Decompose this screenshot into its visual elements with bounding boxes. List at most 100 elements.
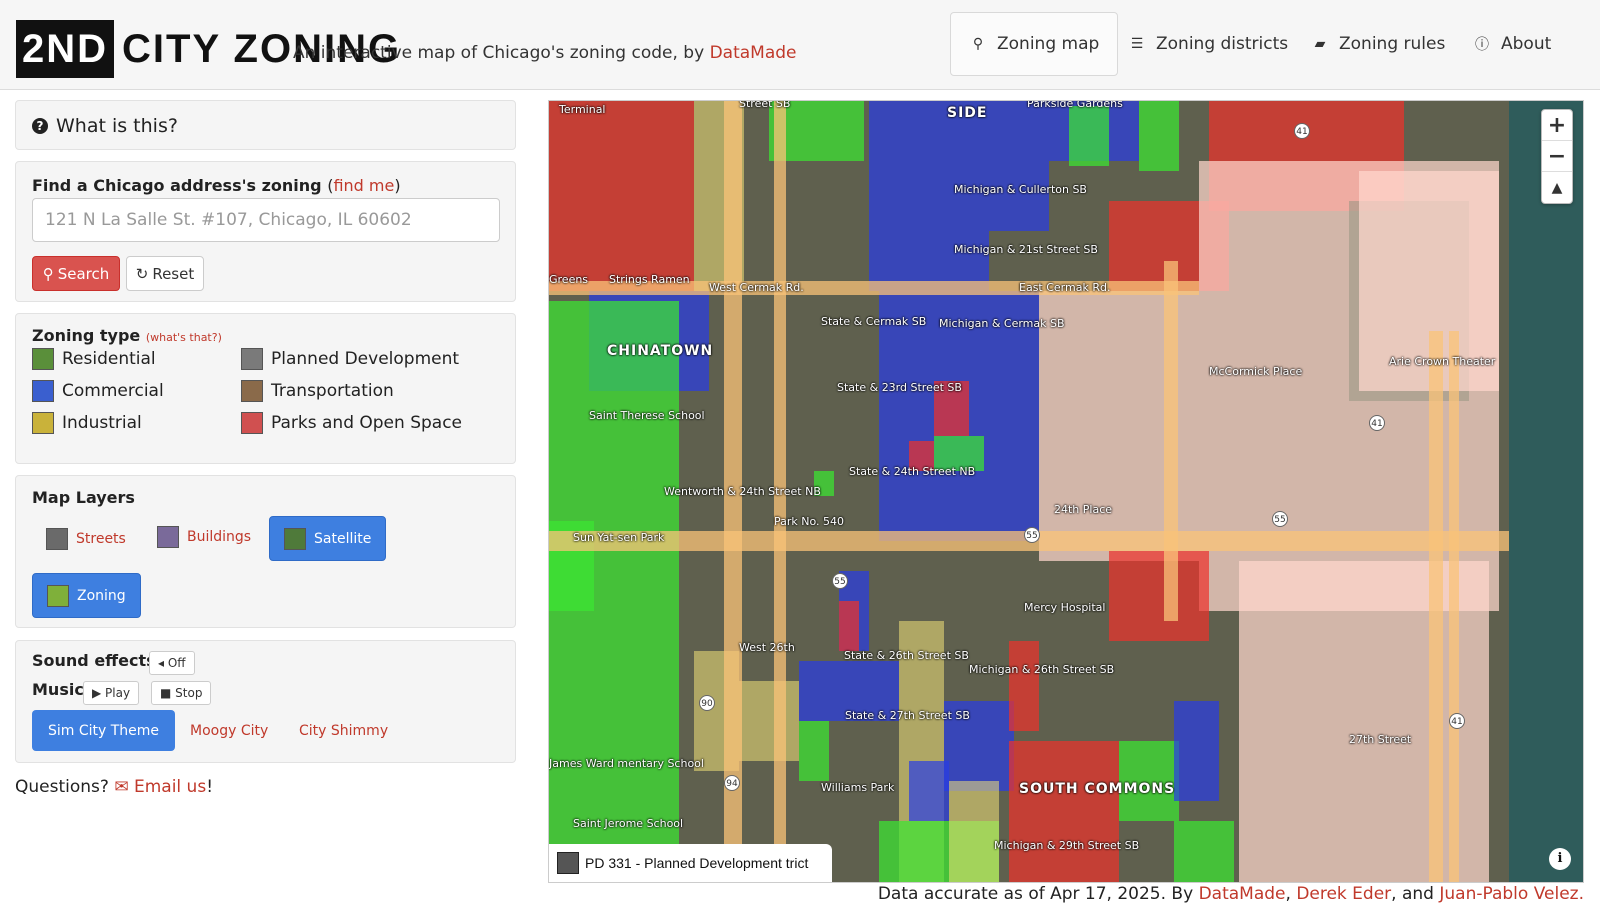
buildings-icon (157, 525, 179, 548)
footer-datamade-link[interactable]: DataMade (1199, 884, 1286, 904)
lake-shore-drive (1429, 331, 1443, 882)
zone-block[interactable] (869, 101, 989, 291)
zoning-type-parks[interactable]: Parks and Open Space (241, 412, 462, 434)
zoom-out-button[interactable]: − (1542, 141, 1572, 172)
footer-derek-eder-link[interactable]: Derek Eder (1296, 884, 1391, 904)
zone-block[interactable] (1069, 106, 1109, 166)
zone-block[interactable] (1009, 641, 1039, 731)
nav-zoning-map[interactable]: ⚲ Zoning map (950, 12, 1119, 76)
map-label-michigan-29th: Michigan & 29th Street SB (994, 839, 1140, 852)
zoning-type-residential[interactable]: Residential (32, 348, 156, 370)
address-search-input[interactable] (32, 198, 500, 242)
zoning-icon (47, 584, 69, 607)
commercial-icon (32, 380, 54, 402)
track-city-shimmy[interactable]: City Shimmy (283, 710, 404, 751)
search-button[interactable]: ⚲ Search (32, 256, 120, 291)
nav-zoning-districts[interactable]: ☰ Zoning districts (1110, 12, 1306, 76)
footer-text: Data accurate as of Apr 17, 2025. By (877, 884, 1199, 904)
zone-block[interactable] (949, 781, 999, 882)
zone-block[interactable] (1139, 101, 1179, 171)
nav-about[interactable]: ⓘ About (1455, 12, 1569, 76)
whats-that-link[interactable]: (what's that?) (146, 331, 222, 344)
tagline-text: An interactive map of Chicago's zoning c… (293, 43, 710, 63)
zone-block[interactable] (909, 761, 949, 821)
zone-block[interactable] (739, 681, 799, 761)
district-tooltip-text: PD 331 - Planned Development trict (585, 855, 809, 871)
layer-buildings-label: Buildings (187, 528, 252, 545)
highway-41-shield: 41 (1294, 123, 1310, 139)
map-label-street-sb: Street SB (739, 100, 791, 110)
zoning-type-parks-label: Parks and Open Space (271, 413, 463, 433)
reset-north-button[interactable]: ▲ (1542, 172, 1572, 203)
map-label-sun-yat-sen: Sun Yat-sen Park (573, 531, 665, 544)
map-label-james-ward: James Ward mentary School (549, 757, 704, 770)
footer-sep-1: , (1285, 884, 1297, 904)
reset-button[interactable]: ↻ Reset (126, 256, 204, 291)
zoning-type-planned-development[interactable]: Planned Development (241, 348, 459, 370)
info-icon: ⓘ (1475, 37, 1489, 53)
layer-streets-button[interactable]: Streets (32, 516, 140, 561)
highway-55-shield: 55 (1024, 527, 1040, 543)
track-sim-city-theme[interactable]: Sim City Theme (32, 710, 176, 751)
map-label-strings-ramen: Strings Ramen (609, 273, 690, 286)
music-play-button[interactable]: ▶ Play (83, 681, 140, 705)
planned-development-icon (241, 348, 263, 370)
layer-zoning-label: Zoning (77, 587, 126, 604)
parks-icon (241, 412, 263, 434)
martin-luther-king-dr (1164, 261, 1178, 621)
logo-box-text: 2ND (16, 20, 115, 78)
nav-zoning-rules[interactable]: ▰ Zoning rules (1293, 12, 1463, 76)
map-label-mercy-hospital: Mercy Hospital (1024, 601, 1106, 614)
map-marker-icon: ⚲ (972, 36, 984, 52)
map-label-greens: Greens (549, 273, 589, 286)
zone-block[interactable] (1174, 701, 1219, 801)
zone-block[interactable] (989, 101, 1049, 231)
book-icon: ▰ (1314, 36, 1326, 52)
zone-block[interactable] (549, 301, 679, 701)
map-layers-label: Map Layers (32, 488, 135, 507)
footer-juan-pablo-velez-link[interactable]: Juan-Pablo Velez. (1439, 884, 1584, 904)
satellite-icon (284, 527, 306, 550)
zoning-type-industrial[interactable]: Industrial (32, 412, 142, 434)
find-me-link[interactable]: find me (333, 176, 394, 195)
refresh-icon: ↻ (135, 264, 149, 283)
questions-text: Questions? (15, 777, 115, 797)
zoom-in-button[interactable]: + (1542, 110, 1572, 141)
map-label-wentworth: Wentworth & 24th Street NB (664, 485, 821, 498)
map-info-button[interactable]: i (1549, 848, 1571, 870)
zone-block[interactable] (1009, 741, 1119, 882)
zone-block[interactable] (1174, 821, 1234, 882)
map-label-williams-park: Williams Park (821, 781, 895, 794)
zoning-map[interactable]: Terminal Greens Strings Ramen Street SB … (548, 100, 1584, 883)
find-address-panel: Find a Chicago address's zoning (find me… (15, 161, 516, 302)
layer-satellite-button[interactable]: Satellite (269, 516, 387, 561)
zoning-type-transportation[interactable]: Transportation (241, 380, 394, 402)
sound-effects-toggle[interactable]: ◂ Off (149, 651, 195, 675)
map-label-saint-jerome: Saint Jerome School (573, 817, 684, 830)
planned-development-icon (557, 852, 579, 874)
layer-streets-label: Streets (76, 530, 126, 547)
zone-block[interactable] (799, 721, 829, 781)
zone-block[interactable] (1109, 551, 1209, 641)
find-address-text: Find a Chicago address's zoning (32, 176, 322, 195)
track-moogy-city[interactable]: Moogy City (174, 710, 284, 751)
music-stop-button[interactable]: ■ Stop (151, 681, 212, 705)
zoning-type-transportation-label: Transportation (271, 381, 394, 401)
zoning-type-commercial[interactable]: Commercial (32, 380, 164, 402)
streets-icon (46, 527, 68, 550)
transportation-icon (241, 380, 263, 402)
zone-block[interactable] (549, 101, 694, 291)
zone-block[interactable] (839, 601, 859, 651)
what-is-this-title[interactable]: ? What is this? (32, 115, 178, 137)
reset-button-label: Reset (152, 264, 195, 283)
nav-zoning-districts-label: Zoning districts (1156, 34, 1289, 54)
layer-buildings-button[interactable]: Buildings (143, 514, 265, 559)
what-is-this-panel[interactable]: ? What is this? (15, 100, 516, 150)
datamade-link[interactable]: DataMade (710, 43, 797, 63)
layer-zoning-button[interactable]: Zoning (32, 573, 141, 618)
nav-zoning-map-label: Zoning map (997, 34, 1100, 54)
map-label-arie-crown: Arie Crown Theater (1389, 355, 1496, 368)
email-us-link[interactable]: ✉ Email us (114, 777, 206, 797)
footer-note: Data accurate as of Apr 17, 2025. By Dat… (878, 884, 1584, 904)
map-label-parkside-gardens: Parkside Gardens (1027, 100, 1123, 110)
